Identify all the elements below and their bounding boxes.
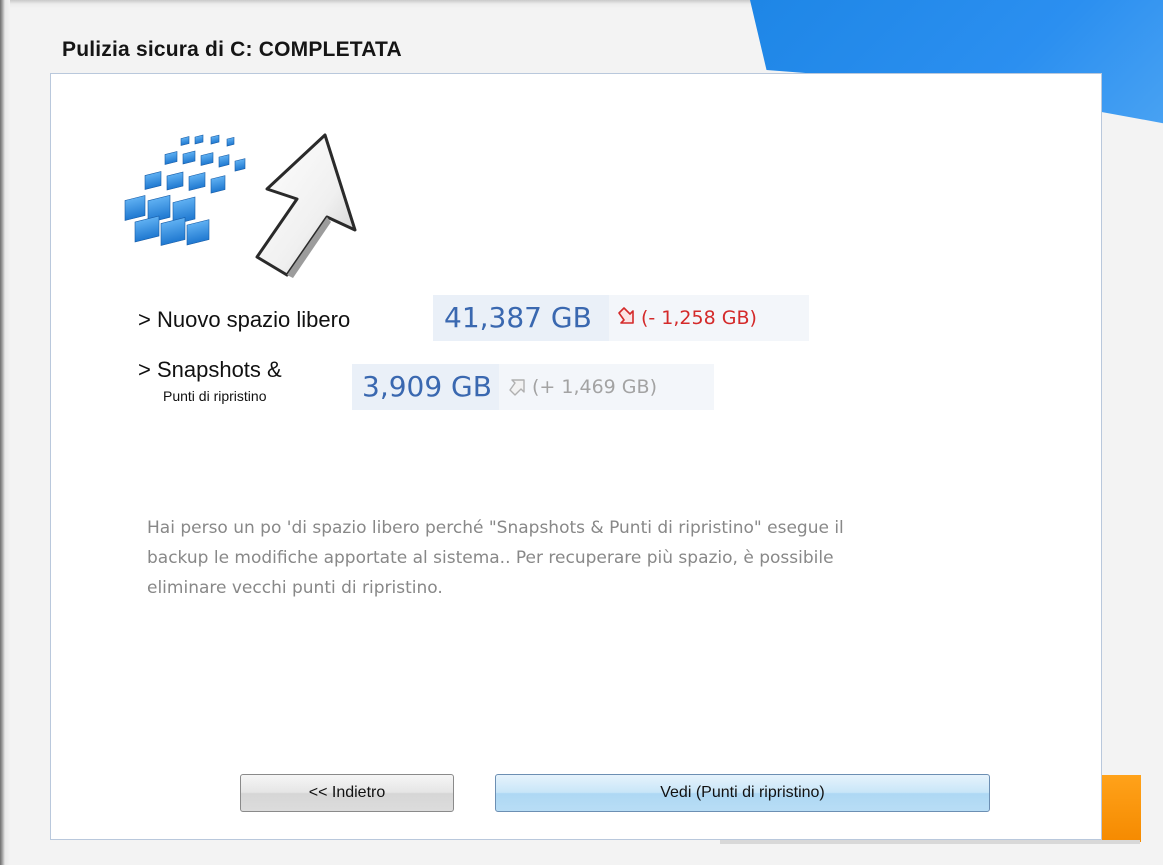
cleanup-cursor-icon [115,125,365,285]
side-decoration [1100,775,1141,842]
view-restore-points-label: Vedi (Punti di ripristino) [660,784,825,801]
window-left-edge [0,0,10,865]
free-space-delta-text: (- 1,258 GB) [641,307,757,329]
snapshots-label: > Snapshots & [138,357,282,382]
free-space-value: 41,387 GB [433,295,609,341]
snapshots-delta: (+ 1,469 GB) [499,364,714,410]
back-button-label: << Indietro [308,784,386,801]
free-space-label: > Nuovo spazio libero [138,307,351,332]
view-restore-points-button[interactable]: Vedi (Punti di ripristino) [495,774,990,812]
page-title: Pulizia sicura di C: COMPLETATA [62,38,402,61]
info-message: Hai perso un po 'di spazio libero perché… [147,518,844,598]
snapshots-value: 3,909 GB [352,364,499,410]
snapshots-delta-text: (+ 1,469 GB) [532,376,657,398]
back-button[interactable]: << Indietro [240,774,454,812]
bottom-divider [720,840,1140,844]
arrow-up-right-icon [506,368,528,396]
free-space-delta: (- 1,258 GB) [609,295,809,341]
arrow-down-right-icon [615,299,637,324]
snapshots-sublabel: Punti di ripristino [163,388,267,404]
